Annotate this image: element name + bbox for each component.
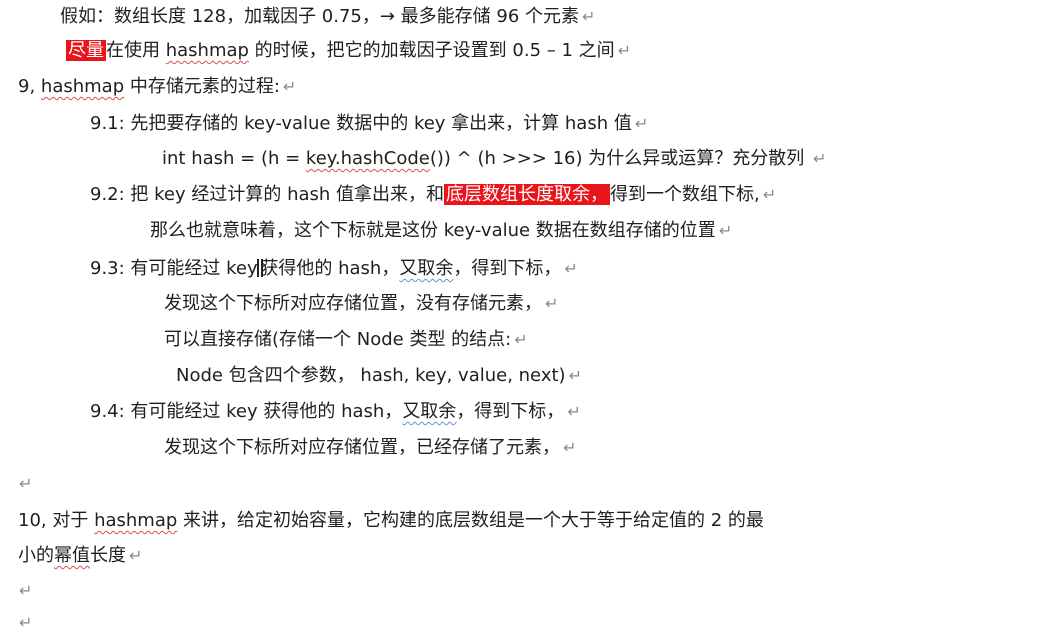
paragraph-mark: ↵ bbox=[19, 474, 33, 493]
paragraph-mark: ↵ bbox=[634, 114, 649, 133]
line-text: 发现这个下标所对应存储位置，已经存储了元素， bbox=[164, 437, 560, 458]
line-text: 那么也就意味着，这个下标就是这份 key-value 数据在数组存储的位置 bbox=[150, 220, 716, 241]
empty-paragraph: ↵ bbox=[16, 610, 32, 636]
paragraph-mark: ↵ bbox=[514, 330, 528, 349]
line-text: 假如：数组长度 128，加载因子 0.75，→ 最多能存储 96 个元素 bbox=[60, 6, 580, 27]
line-text: 在使用 bbox=[106, 40, 166, 61]
paragraph-mark: ↵ bbox=[762, 185, 777, 204]
paragraph-mark: ↵ bbox=[617, 41, 632, 60]
line-9-3: 9.3: 有可能经过 key 获得他的 hash，又取余，得到下标， ↵ bbox=[90, 256, 578, 282]
line-9-2: 9.2: 把 key 经过计算的 hash 值拿出来，和 底层数组长度取余， 得到一… bbox=[90, 182, 776, 208]
paragraph-mark: ↵ bbox=[718, 221, 733, 240]
spellcheck-word: key.hashCode bbox=[305, 148, 430, 169]
paragraph-mark: ↵ bbox=[282, 77, 297, 96]
line-text: 可以直接存储(存储一个 Node 类型 的结点: bbox=[164, 329, 512, 350]
spellcheck-word: 幂值 bbox=[54, 545, 90, 566]
heading-10-cont: 小的幂值长度 ↵ bbox=[18, 543, 142, 569]
line-text: ()) ^ (h >>> 16) 为什么异或运算？充分散列 bbox=[429, 148, 810, 169]
line-9-3-store: 可以直接存储(存储一个 Node 类型 的结点: ↵ bbox=[164, 327, 528, 353]
paragraph-mark: ↵ bbox=[545, 294, 559, 313]
highlight-text: 底层数组长度取余， bbox=[444, 184, 611, 205]
line-load-factor-advice: 尽量 在使用 hashmap 的时候，把它的加载因子设置到 0.5 – 1 之间 ↵ bbox=[66, 38, 631, 64]
heading-10: 10, 对于 hashmap 来讲，给定初始容量，它构建的底层数组是一个大于等于… bbox=[18, 508, 764, 534]
line-text: 9, bbox=[18, 76, 41, 97]
spellcheck-word: hashmap bbox=[94, 510, 178, 531]
grammar-word: 又取余 bbox=[399, 258, 454, 279]
line-text: 9.2: 把 key 经过计算的 hash 值拿出来，和 bbox=[90, 184, 445, 205]
line-hash-code: int hash = (h = key.hashCode()) ^ (h >>>… bbox=[162, 146, 826, 172]
document-page[interactable]: 假如：数组长度 128，加载因子 0.75，→ 最多能存储 96 个元素 ↵ 尽量… bbox=[0, 0, 1063, 636]
line-text: 发现这个下标所对应存储位置，没有存储元素， bbox=[164, 293, 542, 314]
line-text: 9.3: 有可能经过 key bbox=[90, 258, 264, 279]
line-text: ，得到下标， bbox=[456, 401, 565, 422]
line-text: Node 包含四个参数， hash, key, value, next) bbox=[176, 365, 566, 386]
text-cursor-icon bbox=[257, 259, 264, 277]
line-text: 来讲，给定初始容量，它构建的底层数组是一个大于等于给定值的 2 的最 bbox=[177, 510, 764, 531]
grammar-word: 又取余 bbox=[402, 401, 457, 422]
heading-9: 9, hashmap 中存储元素的过程: ↵ bbox=[18, 74, 296, 100]
paragraph-mark: ↵ bbox=[582, 7, 596, 26]
line-text: 9.4: 有可能经过 key 获得他的 hash， bbox=[90, 401, 403, 422]
line-9-4-has-element: 发现这个下标所对应存储位置，已经存储了元素， ↵ bbox=[164, 435, 576, 461]
line-text: 的时候，把它的加载因子设置到 0.5 – 1 之间 bbox=[248, 40, 615, 61]
line-text: 中存储元素的过程: bbox=[124, 76, 280, 97]
line-node-params: Node 包含四个参数， hash, key, value, next) ↵ bbox=[176, 363, 582, 389]
line-9-2-meaning: 那么也就意味着，这个下标就是这份 key-value 数据在数组存储的位置 ↵ bbox=[150, 218, 732, 244]
line-text: 长度 bbox=[90, 545, 126, 566]
line-text: 获得他的 hash， bbox=[260, 258, 400, 279]
line-text: 10, 对于 bbox=[18, 510, 95, 531]
paragraph-mark: ↵ bbox=[129, 546, 143, 565]
paragraph-mark: ↵ bbox=[563, 438, 577, 457]
paragraph-mark: ↵ bbox=[567, 402, 581, 421]
paragraph-mark: ↵ bbox=[812, 149, 827, 168]
line-text: ，得到下标， bbox=[453, 258, 562, 279]
line-text: 9.1: 先把要存储的 key-value 数据中的 key 拿出来，计算 ha… bbox=[90, 113, 632, 134]
empty-paragraph: ↵ bbox=[16, 578, 32, 604]
paragraph-mark: ↵ bbox=[19, 581, 33, 600]
line-9-3-no-element: 发现这个下标所对应存储位置，没有存储元素， ↵ bbox=[164, 291, 558, 317]
highlight-text: 尽量 bbox=[66, 40, 106, 61]
empty-paragraph: ↵ bbox=[16, 471, 32, 497]
line-text: int hash = (h = bbox=[162, 148, 306, 169]
paragraph-mark: ↵ bbox=[19, 613, 33, 632]
line-text: 得到一个数组下标, bbox=[610, 184, 760, 205]
line-text: 小的 bbox=[18, 545, 54, 566]
paragraph-mark: ↵ bbox=[568, 366, 582, 385]
spellcheck-word: hashmap bbox=[40, 76, 125, 97]
spellcheck-word: hashmap bbox=[165, 40, 249, 61]
line-9-4: 9.4: 有可能经过 key 获得他的 hash，又取余，得到下标， ↵ bbox=[90, 399, 581, 425]
line-load-factor-example: 假如：数组长度 128，加载因子 0.75，→ 最多能存储 96 个元素 ↵ bbox=[60, 4, 595, 30]
line-9-1: 9.1: 先把要存储的 key-value 数据中的 key 拿出来，计算 ha… bbox=[90, 111, 648, 137]
paragraph-mark: ↵ bbox=[564, 259, 578, 278]
